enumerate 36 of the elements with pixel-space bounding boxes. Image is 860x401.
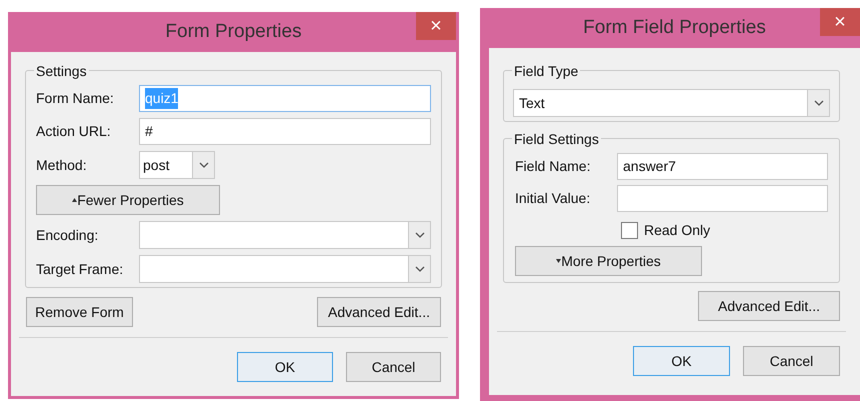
field-label: Target Frame: [36,260,124,279]
chevron-down-icon [198,162,208,168]
text-field[interactable]: # [139,118,431,145]
window-title: Form Properties [165,20,302,44]
field-value: # [145,122,153,141]
dropdown[interactable] [139,255,431,283]
field-label: Initial Value: [515,189,592,208]
field-value: quiz1 [145,88,178,109]
ok-button[interactable]: OK [633,346,730,376]
cancel-button[interactable]: Cancel [743,346,840,376]
cancel-button[interactable]: Cancel [346,352,441,382]
field-label: Form Name: [36,89,115,108]
close-button[interactable]: × [416,12,456,40]
close-button[interactable]: × [820,8,860,36]
chevron-down-icon [414,232,424,238]
field-label: Encoding: [36,226,100,245]
dropdown[interactable]: Text [513,89,830,117]
dropdown[interactable]: post [139,151,215,179]
ok-button[interactable]: OK [237,352,333,382]
field-value: answer7 [623,157,676,176]
remove-form-button[interactable]: Remove Form [26,297,133,327]
fewer-properties-button[interactable]: Fewer Properties [36,185,220,215]
advanced-edit-button[interactable]: Advanced Edit... [317,297,441,327]
text-field[interactable]: answer7 [617,153,828,180]
field-label: Method: [36,156,88,174]
more-properties-button[interactable]: More Properties [515,246,702,276]
checkbox-label: Read Only [644,221,710,240]
text-field[interactable] [617,185,828,212]
field-label: Field Name: [515,157,592,176]
advanced-edit-button[interactable]: Advanced Edit... [698,291,840,321]
chevron-down-icon [414,266,424,272]
field-label: Action URL: [36,122,112,141]
dropdown[interactable] [139,221,431,249]
window-title: Form Field Properties [583,16,766,40]
chevron-down-icon [814,100,824,106]
checkbox[interactable] [621,222,638,239]
